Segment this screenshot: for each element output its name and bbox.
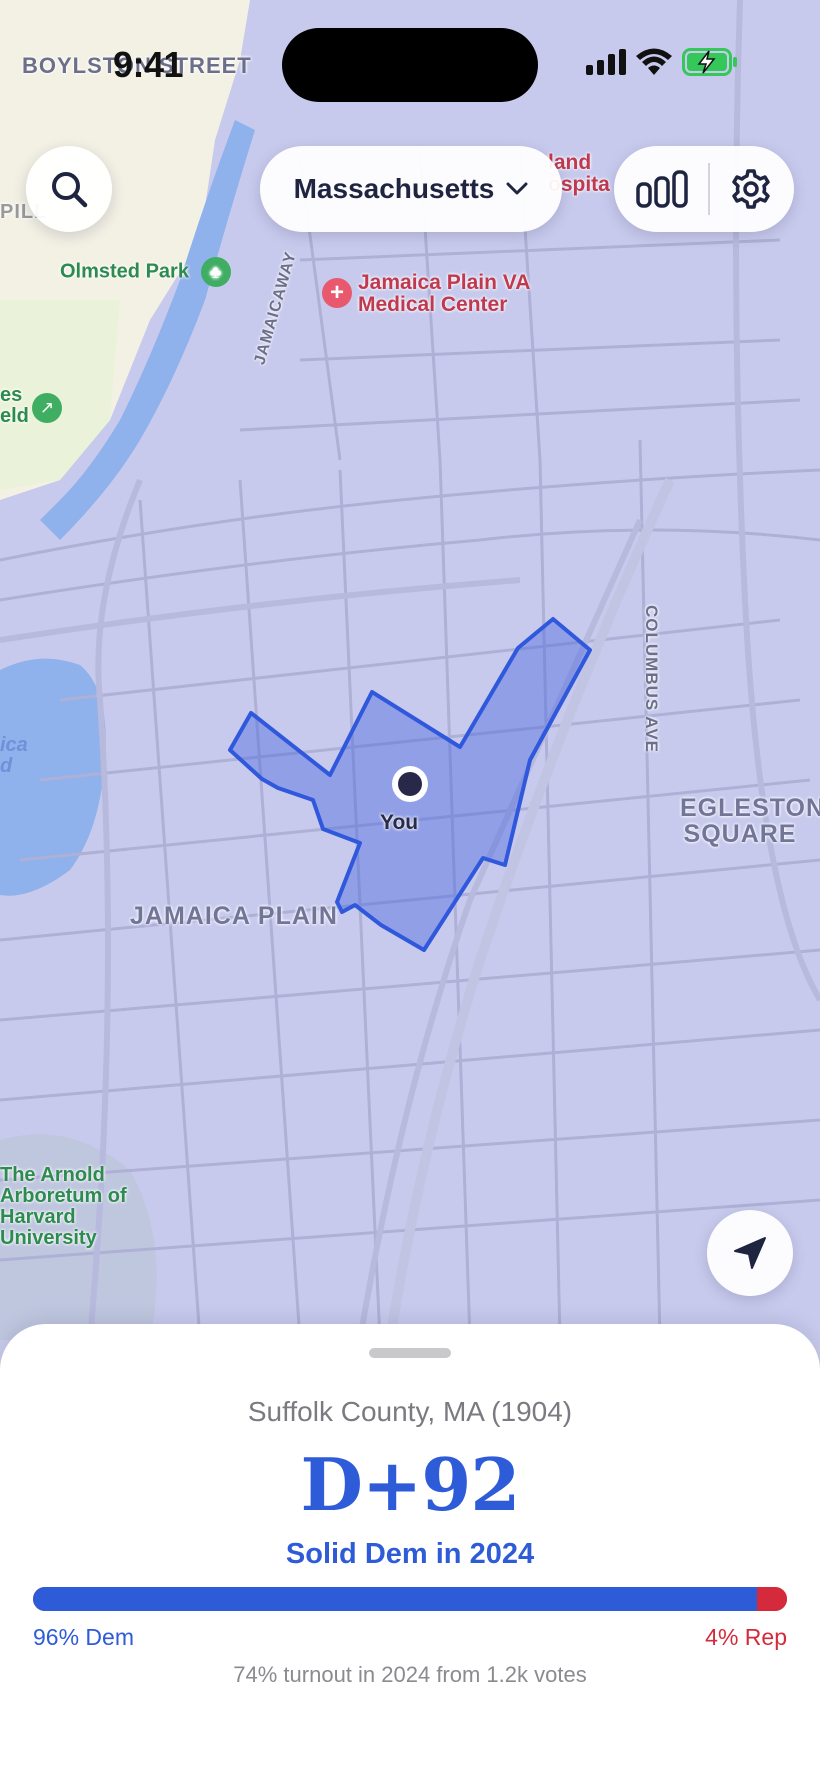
rep-percent-label: 4% Rep [705, 1624, 787, 1650]
dynamic-island [282, 28, 538, 102]
neighborhood-label-egleston-square: EGLESTON SQUARE [680, 794, 820, 849]
running-icon: ↗ [32, 393, 62, 423]
cellular-signal-icon [586, 49, 626, 75]
street-label-columbus: COLUMBUS AVE [642, 605, 661, 753]
state-selector-label: Massachusetts [293, 173, 495, 204]
dem-percent-label: 96% Dem [33, 1624, 134, 1650]
sheet-grabber[interactable] [369, 1348, 451, 1358]
search-button[interactable] [26, 146, 112, 232]
user-marker-label: You [380, 811, 419, 834]
county-label: Suffolk County, MA (1904) [247, 1396, 573, 1427]
poi-label-va-medical[interactable]: Jamaica Plain VA Medical Center [358, 271, 558, 316]
toolbar-divider [708, 163, 710, 215]
rating-label: Solid Dem in 2024 [285, 1538, 535, 1570]
state-selector[interactable]: Massachusetts [260, 146, 562, 232]
precinct-detail-sheet[interactable]: Suffolk County, MA (1904) D+92 Solid Dem… [0, 1324, 820, 1782]
status-time: 9:41 [113, 44, 184, 85]
status-icons [586, 48, 738, 76]
location-arrow-icon [734, 1237, 766, 1269]
chevron-down-icon [506, 182, 528, 195]
search-icon [52, 172, 88, 208]
turnout-label: 74% turnout in 2024 from 1.2k votes [233, 1662, 587, 1687]
hospital-icon: + [322, 278, 352, 308]
park-label-arboretum: The Arnold Arboretum of Harvard Universi… [0, 1164, 127, 1249]
dem-share-fill [33, 1587, 757, 1611]
park-label-partial: es eld [0, 384, 29, 427]
gear-icon[interactable] [730, 168, 772, 210]
bar-chart-icon[interactable] [636, 170, 688, 208]
user-location-dot[interactable] [398, 772, 422, 796]
neighborhood-label-jamaica-plain: JAMAICA PLAIN [130, 902, 338, 930]
tree-icon: ♣ [200, 257, 231, 287]
locate-me-button[interactable] [707, 1210, 793, 1296]
park-label-olmsted: Olmsted Park ♣ [60, 257, 231, 287]
margin-value: D+92 [300, 1442, 521, 1527]
pond-label-partial: ica d [0, 734, 28, 777]
map-tools-group [614, 146, 794, 232]
wifi-icon [636, 48, 672, 75]
vote-share-bar [33, 1587, 787, 1611]
rep-share-fill [756, 1587, 787, 1611]
battery-charging-icon [682, 48, 737, 76]
